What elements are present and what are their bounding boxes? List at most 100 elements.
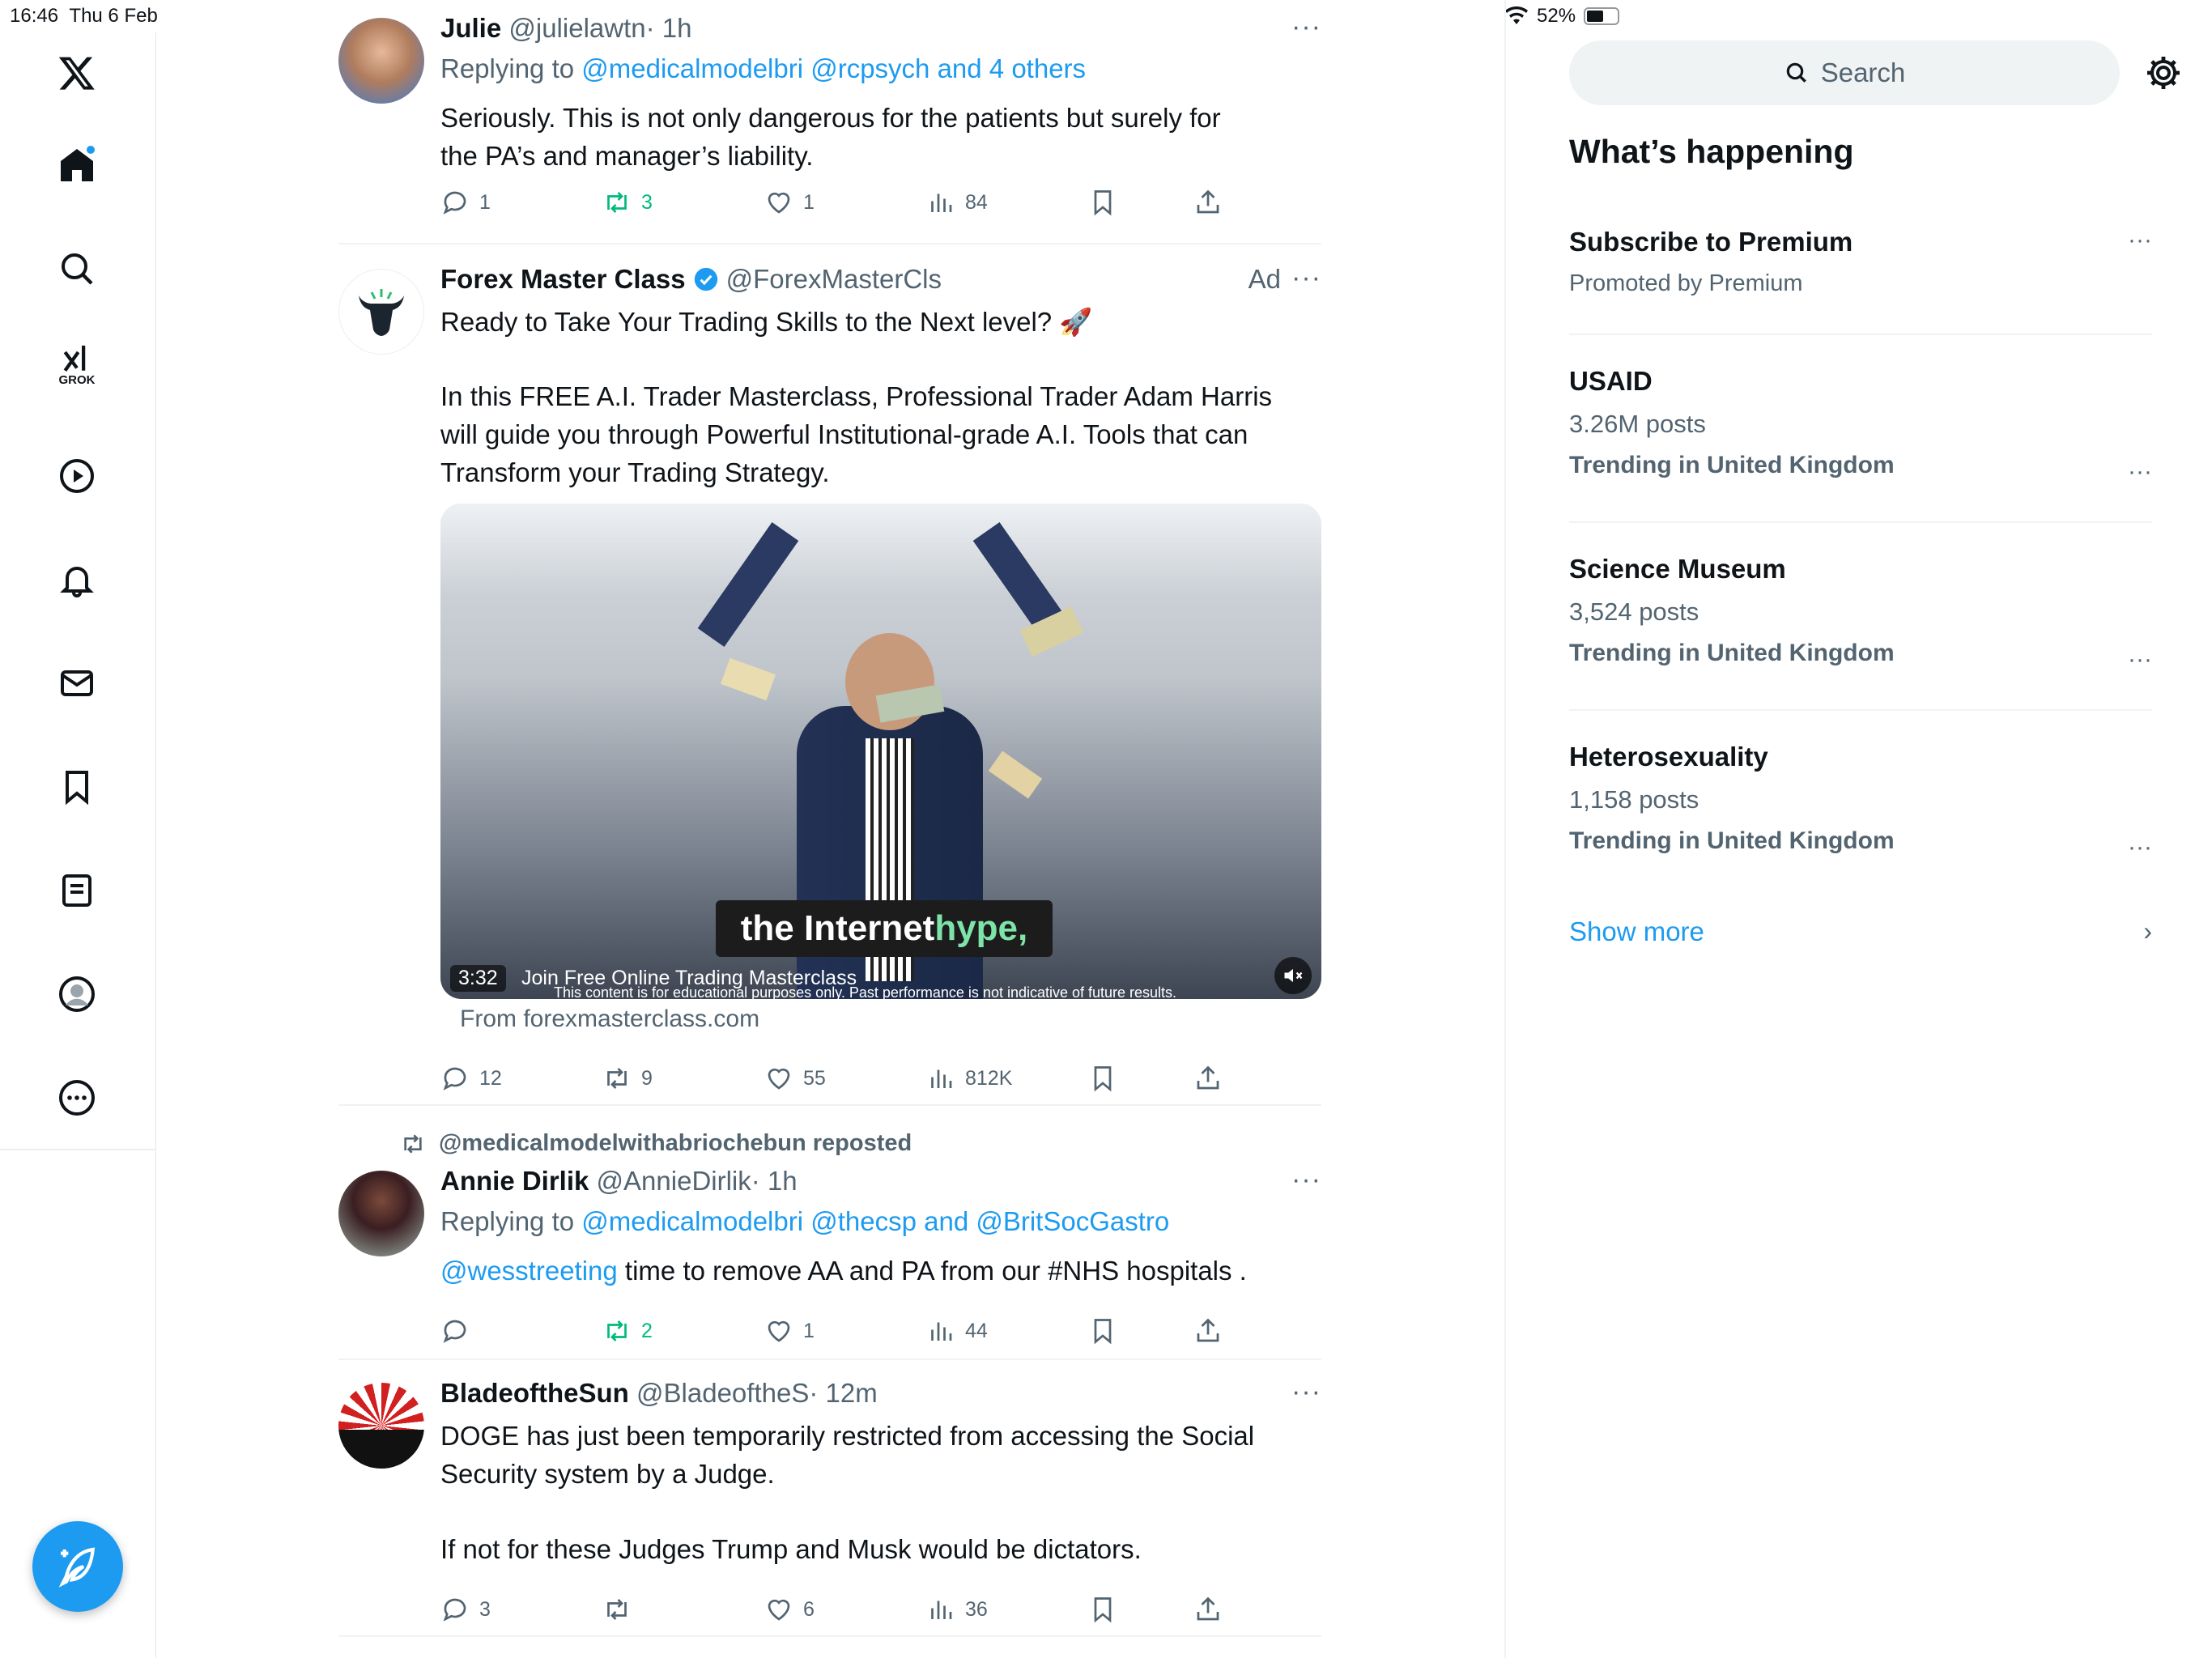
reply-button[interactable]: 12	[440, 1064, 502, 1093]
author-name[interactable]: BladeoftheSun	[440, 1378, 629, 1408]
bookmark-button[interactable]	[1088, 1316, 1117, 1346]
more-options-icon[interactable]: ···	[1291, 1164, 1321, 1196]
author-handle[interactable]: @BladeoftheS	[636, 1378, 809, 1408]
chevron-right-icon: ›	[2143, 916, 2152, 946]
lists-icon[interactable]	[54, 868, 100, 913]
repost-button[interactable]: 2	[602, 1316, 653, 1346]
replying-to-link[interactable]: @medicalmodelbri @thecsp and @BritSocGas…	[581, 1206, 1169, 1236]
x-logo-icon[interactable]	[54, 50, 100, 96]
avatar[interactable]	[338, 18, 424, 104]
avatar-banner	[338, 1430, 424, 1469]
avatar[interactable]	[338, 1171, 424, 1256]
reply-icon	[443, 191, 466, 215]
avatar[interactable]	[338, 269, 424, 355]
video-duration: 3:32	[450, 965, 506, 992]
more-options-icon[interactable]: ···	[2128, 646, 2152, 674]
compose-post-button[interactable]	[32, 1521, 123, 1612]
author-handle[interactable]: @AnnieDirlik	[597, 1166, 751, 1196]
like-button[interactable]: 1	[764, 188, 815, 217]
views-button[interactable]: 812K	[926, 1064, 1012, 1093]
video-icon[interactable]	[54, 453, 100, 499]
replying-to-link[interactable]: @medicalmodelbri @rcpsych and 4 others	[581, 53, 1086, 83]
trend-item[interactable]: Science Museum 3,524 posts Trending in U…	[1569, 554, 2152, 673]
views-button[interactable]: 36	[926, 1595, 988, 1624]
tweet-actions: 12 9 55 812K	[440, 1064, 1321, 1096]
like-button[interactable]: 6	[764, 1595, 815, 1624]
author-name[interactable]: Julie	[440, 13, 501, 43]
grok-label: GROK	[58, 373, 96, 387]
share-button[interactable]	[1193, 1064, 1223, 1093]
more-options-icon[interactable]: ···	[1291, 11, 1321, 43]
search-placeholder: Search	[1820, 57, 1906, 87]
post-time: · 1h	[751, 1166, 798, 1196]
whats-happening-heading: What’s happening	[1569, 133, 1854, 170]
bookmark-button[interactable]	[1088, 188, 1117, 217]
trend-title: Heterosexuality	[1569, 742, 1768, 772]
messages-icon[interactable]	[54, 661, 100, 706]
bull-logo-icon	[359, 289, 404, 336]
more-icon[interactable]	[54, 1075, 100, 1120]
author-name[interactable]: Annie Dirlik	[440, 1166, 589, 1196]
more-options-icon[interactable]: ···	[1291, 262, 1321, 294]
bookmarks-icon[interactable]	[54, 764, 100, 810]
repost-button[interactable]: 9	[602, 1064, 653, 1093]
office-ceiling	[440, 504, 1321, 601]
notifications-icon[interactable]	[54, 557, 100, 602]
trend-item[interactable]: USAID 3.26M posts Trending in United Kin…	[1569, 366, 2152, 485]
search-input[interactable]: Search	[1569, 40, 2120, 105]
tweet-actions: 1 3 1 84	[440, 188, 1321, 220]
share-icon	[1197, 1596, 1219, 1621]
trend-title: USAID	[1569, 366, 1653, 396]
trend-item[interactable]: Heterosexuality 1,158 posts Trending in …	[1569, 742, 2152, 861]
trend-divider	[1569, 334, 2152, 335]
avatar[interactable]	[338, 1383, 424, 1469]
views-icon	[931, 1322, 952, 1341]
video-player[interactable]: the Internet hype, 3:32 Join Free Online…	[440, 504, 1321, 999]
share-button[interactable]	[1193, 1595, 1223, 1624]
author-name[interactable]: Forex Master Class	[440, 264, 686, 295]
replying-label: Replying to	[440, 53, 575, 83]
reply-button[interactable]	[440, 1316, 479, 1346]
repost-button[interactable]: 3	[602, 188, 653, 217]
author-handle[interactable]: @ForexMasterCls	[726, 264, 942, 295]
views-button[interactable]: 44	[926, 1316, 988, 1346]
like-button[interactable]: 1	[764, 1316, 815, 1346]
nav-divider	[0, 1149, 156, 1150]
repost-icon	[404, 1133, 422, 1154]
video-caption: the Internet hype,	[716, 900, 1053, 957]
profile-icon[interactable]	[54, 971, 100, 1017]
show-more-link[interactable]: Show more ›	[1569, 916, 2152, 952]
repost-button[interactable]	[602, 1595, 641, 1624]
share-icon	[1197, 1065, 1219, 1090]
search-icon[interactable]	[54, 246, 100, 291]
battery-icon	[1584, 7, 1620, 25]
settings-gear-icon[interactable]	[2144, 53, 2183, 92]
more-options-icon[interactable]: ···	[1291, 1376, 1321, 1408]
bookmark-icon	[1094, 1319, 1112, 1345]
show-more-label: Show more	[1569, 916, 1704, 946]
author-handle[interactable]: @julielawtn	[508, 13, 645, 43]
reply-button[interactable]: 3	[440, 1595, 491, 1624]
promo-subscribe-premium[interactable]: Subscribe to Premium Promoted by Premium…	[1569, 227, 2152, 297]
more-options-icon[interactable]: ···	[2128, 227, 2152, 254]
heart-icon	[768, 1599, 790, 1621]
views-button[interactable]: 84	[926, 188, 988, 217]
trend-post-count: 1,158 posts	[1569, 785, 1699, 814]
grok-icon[interactable]: GROK	[54, 342, 100, 387]
muted-speaker-icon	[1284, 968, 1303, 983]
mute-button[interactable]	[1274, 957, 1312, 994]
mention-link[interactable]: @wesstreeting	[440, 1256, 618, 1286]
share-button[interactable]	[1193, 188, 1223, 217]
bookmark-button[interactable]	[1088, 1595, 1117, 1624]
reply-button[interactable]: 1	[440, 188, 491, 217]
more-options-icon[interactable]: ···	[2128, 834, 2152, 861]
repost-icon	[607, 1068, 627, 1089]
like-button[interactable]: 55	[764, 1064, 826, 1093]
tweet-actions: 3 6 36	[440, 1595, 1321, 1627]
ad-source[interactable]: From forexmasterclass.com	[460, 1005, 759, 1033]
home-icon[interactable]	[54, 142, 100, 188]
share-button[interactable]	[1193, 1316, 1223, 1346]
reposted-by[interactable]: @medicalmodelwithabriochebun reposted	[400, 1130, 912, 1157]
bookmark-button[interactable]	[1088, 1064, 1117, 1093]
more-options-icon[interactable]: ···	[2128, 458, 2152, 486]
